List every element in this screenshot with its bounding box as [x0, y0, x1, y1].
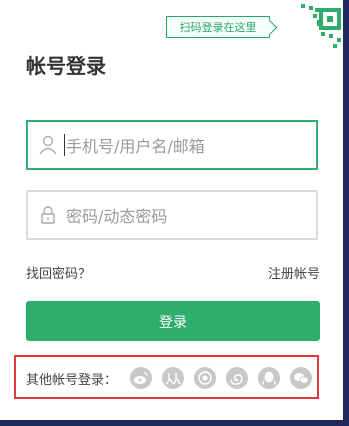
wechat-icon[interactable] [290, 367, 312, 389]
password-input[interactable] [64, 192, 308, 240]
register-link[interactable]: 注册帐号 [268, 263, 320, 282]
social-login-bar: 其他帐号登录： [14, 355, 319, 399]
lock-icon [38, 205, 58, 225]
qr-code-icon[interactable] [287, 0, 343, 56]
baidu-icon[interactable] [194, 367, 216, 389]
page-title: 帐号登录 [26, 54, 106, 78]
account-links: 找回密码？ 注册帐号 [26, 263, 320, 282]
forgot-password-link[interactable]: 找回密码？ [26, 267, 91, 282]
user-icon [38, 135, 58, 155]
login-button[interactable]: 登录 [26, 301, 320, 341]
qq-icon[interactable] [258, 367, 280, 389]
username-field[interactable] [26, 120, 318, 170]
renren-icon[interactable] [162, 367, 184, 389]
social-login-label: 其他帐号登录： [26, 373, 118, 388]
password-field[interactable] [26, 190, 318, 240]
qr-login-tip[interactable]: 扫码登录在这里 [166, 16, 270, 38]
username-input[interactable] [64, 122, 308, 170]
swirl-icon[interactable] [226, 367, 248, 389]
weibo-icon[interactable] [130, 367, 152, 389]
